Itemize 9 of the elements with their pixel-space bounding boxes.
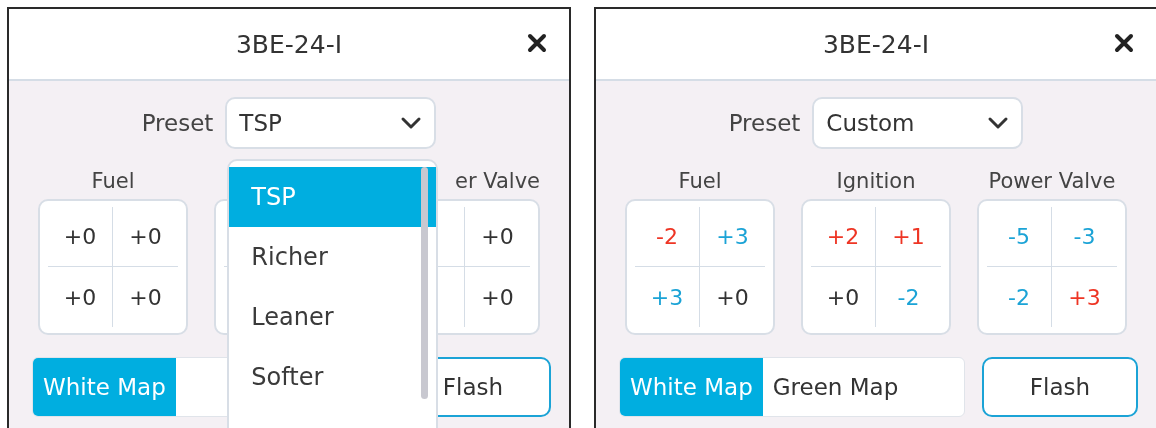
group-label: Power Valve xyxy=(987,169,1117,195)
group-label: er Valve xyxy=(454,169,540,195)
group-label: Ignition xyxy=(835,169,917,195)
group-label: Fuel xyxy=(677,169,723,195)
preset-label: Preset xyxy=(728,110,801,136)
preset-label: Preset xyxy=(141,110,214,136)
window-title: 3BE-24-I xyxy=(822,29,930,59)
group-label: Fuel xyxy=(90,169,136,195)
window-title: 3BE-24-I xyxy=(235,29,343,59)
